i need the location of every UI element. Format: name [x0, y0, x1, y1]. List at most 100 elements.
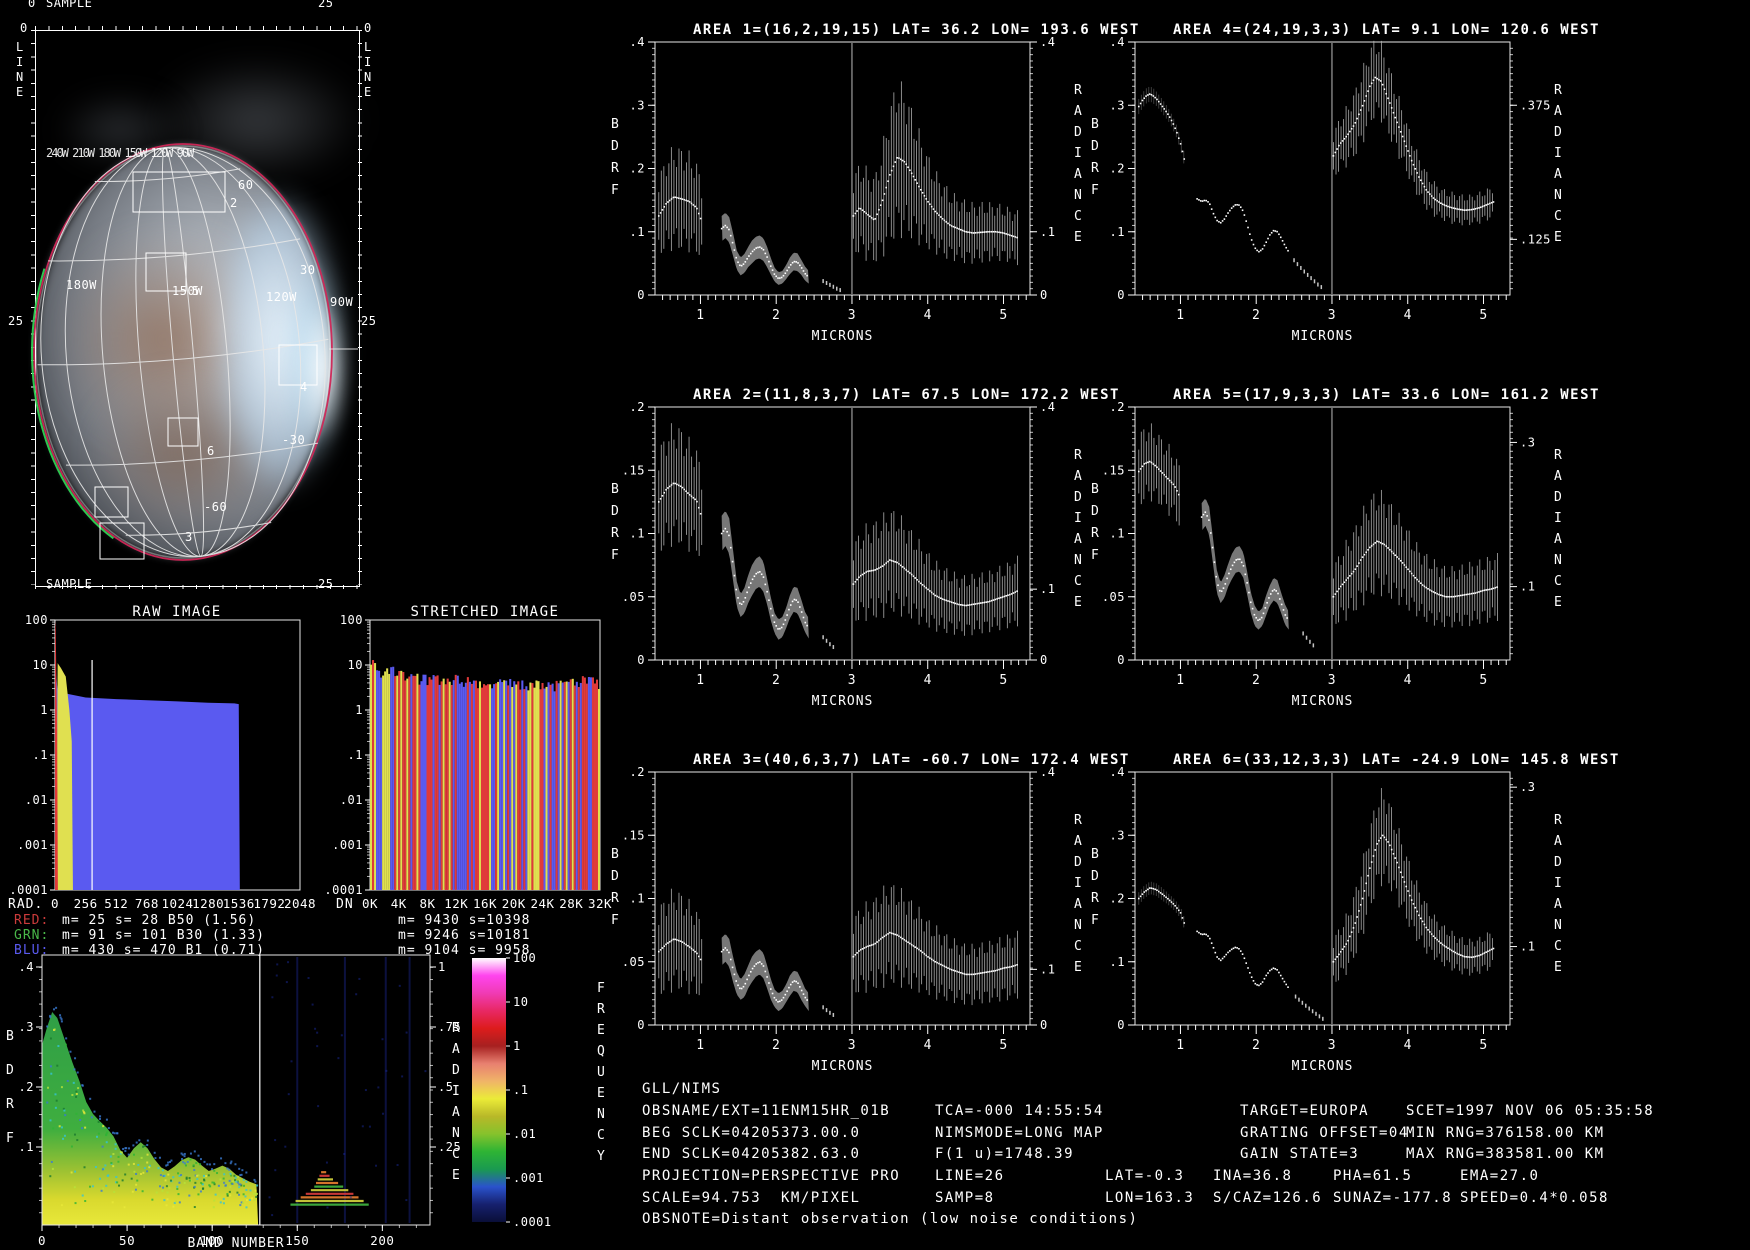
svg-text:0: 0: [1040, 653, 1048, 667]
svg-text:.4: .4: [1040, 765, 1055, 779]
svg-text:10: 10: [513, 995, 528, 1009]
svg-text:F: F: [1091, 548, 1099, 563]
svg-text:D: D: [6, 1063, 14, 1078]
svg-text:MICRONS: MICRONS: [1292, 694, 1354, 709]
area-plot-3: AREA 3=(40,6,3,7) LAT= -60.7 LON= 172.4 …: [611, 752, 1128, 1074]
svg-text:.1: .1: [19, 1140, 34, 1154]
svg-text:1: 1: [438, 960, 446, 974]
svg-text:C: C: [1554, 939, 1562, 954]
svg-text:R: R: [611, 161, 619, 176]
svg-text:1: 1: [513, 1039, 521, 1053]
svg-text:4: 4: [1404, 1038, 1412, 1053]
svg-text:BLU:: BLU:: [14, 943, 49, 958]
svg-text:RAD.: RAD.: [8, 897, 43, 912]
svg-text:50: 50: [119, 1233, 135, 1248]
svg-text:R: R: [1554, 83, 1562, 98]
svg-text:0: 0: [1040, 288, 1048, 302]
svg-text:.01: .01: [513, 1127, 536, 1141]
svg-text:.15: .15: [622, 828, 645, 842]
svg-text:D: D: [1074, 125, 1082, 140]
svg-text:R: R: [1091, 891, 1099, 906]
svg-text:.3: .3: [630, 98, 645, 112]
svg-text:E: E: [1074, 595, 1082, 610]
svg-text:.15: .15: [1102, 463, 1125, 477]
svg-text:2: 2: [772, 308, 780, 323]
svg-text:.2: .2: [630, 162, 645, 176]
svg-text:R: R: [1074, 813, 1082, 828]
svg-text:m= 9246 s=10181: m= 9246 s=10181: [398, 928, 530, 943]
svg-text:3: 3: [1328, 308, 1336, 323]
svg-text:.01: .01: [25, 793, 48, 807]
svg-text:B: B: [1091, 117, 1099, 132]
svg-text:m= 91 s= 101 B30 (1.33): m= 91 s= 101 B30 (1.33): [62, 928, 265, 943]
svg-text:5: 5: [999, 308, 1007, 323]
svg-text:.01: .01: [340, 793, 363, 807]
svg-text:3: 3: [848, 308, 856, 323]
svg-text:5: 5: [1479, 1038, 1487, 1053]
svg-text:C: C: [1074, 209, 1082, 224]
svg-text:.1: .1: [348, 748, 363, 762]
svg-text:1: 1: [40, 703, 48, 717]
svg-text:.1: .1: [1110, 955, 1125, 969]
svg-text:.2: .2: [630, 765, 645, 779]
svg-text:AREA 4=(24,19,3,3) LAT= 9.1: AREA 4=(24,19,3,3) LAT= 9.1 LON= 120.6 W…: [1173, 22, 1600, 38]
svg-text:MICRONS: MICRONS: [812, 329, 874, 344]
svg-text:.001: .001: [332, 838, 363, 852]
svg-text:.1: .1: [513, 1083, 528, 1097]
svg-text:.125: .125: [1520, 232, 1551, 246]
svg-text:m= 9104 s= 9958: m= 9104 s= 9958: [398, 943, 530, 958]
svg-text:2: 2: [1252, 1038, 1260, 1053]
area-plot-2: AREA 2=(11,8,3,7) LAT= 67.5 LON= 172.2 W…: [611, 387, 1120, 709]
svg-text:I: I: [1074, 511, 1082, 526]
svg-text:.2: .2: [19, 1080, 34, 1094]
svg-text:2: 2: [1252, 673, 1260, 688]
svg-text:100: 100: [25, 613, 48, 627]
svg-text:.1: .1: [1110, 225, 1125, 239]
svg-text:D: D: [1554, 125, 1562, 140]
svg-text:1: 1: [1176, 673, 1184, 688]
svg-text:4: 4: [924, 308, 932, 323]
svg-text:B: B: [611, 117, 619, 132]
svg-text:.1: .1: [1040, 225, 1055, 239]
svg-text:I: I: [1554, 511, 1562, 526]
svg-text:.1: .1: [1040, 962, 1055, 976]
svg-text:B: B: [611, 847, 619, 862]
svg-text:R: R: [1091, 161, 1099, 176]
svg-text:A: A: [1074, 167, 1082, 182]
area-box: [278, 344, 318, 386]
svg-text:C: C: [1554, 574, 1562, 589]
svg-text:1: 1: [355, 703, 363, 717]
svg-text:.4: .4: [19, 960, 34, 974]
svg-text:R: R: [611, 891, 619, 906]
svg-text:A: A: [1554, 104, 1562, 119]
svg-text:A: A: [452, 1105, 460, 1120]
svg-text:1: 1: [696, 673, 704, 688]
svg-text:A: A: [1554, 834, 1562, 849]
nims-analysis-display: AREA 1=(16,2,19,15) LAT= 36.2 LON= 193.6…: [0, 0, 1750, 1250]
svg-text:2: 2: [772, 1038, 780, 1053]
area-plot-5: AREA 5=(17,9,3,3) LAT= 33.6 LON= 161.2 W…: [1091, 387, 1598, 709]
svg-text:MICRONS: MICRONS: [1292, 1059, 1354, 1074]
svg-text:B: B: [611, 482, 619, 497]
svg-text:D: D: [1091, 504, 1099, 519]
svg-text:D: D: [1554, 855, 1562, 870]
svg-text:0: 0: [38, 1233, 46, 1248]
svg-text:I: I: [1074, 146, 1082, 161]
svg-text:24K: 24K: [530, 896, 554, 911]
svg-text:MICRONS: MICRONS: [812, 694, 874, 709]
svg-text:.001: .001: [17, 838, 48, 852]
svg-text:.05: .05: [1102, 590, 1125, 604]
svg-text:E: E: [452, 1168, 460, 1183]
svg-text:F: F: [611, 548, 619, 563]
svg-text:D: D: [452, 1063, 460, 1078]
stretched-image-histogram: 100 10 1 .1 .01 .001 .0001DN 0K 4K 8K 12K 16K 20K 24K…: [324, 613, 611, 958]
svg-text:1: 1: [696, 308, 704, 323]
svg-text:m= 9430 s=10398: m= 9430 s=10398: [398, 913, 530, 928]
svg-text:.3: .3: [1520, 780, 1535, 794]
svg-text:I: I: [1554, 876, 1562, 891]
svg-text:AREA 2=(11,8,3,7) LAT= 67.5 L: AREA 2=(11,8,3,7) LAT= 67.5 LON= 172.2 W…: [693, 387, 1120, 403]
svg-text:3: 3: [1328, 1038, 1336, 1053]
svg-text:2048: 2048: [284, 896, 316, 911]
svg-text:.4: .4: [630, 35, 645, 49]
svg-text:12K: 12K: [444, 896, 468, 911]
